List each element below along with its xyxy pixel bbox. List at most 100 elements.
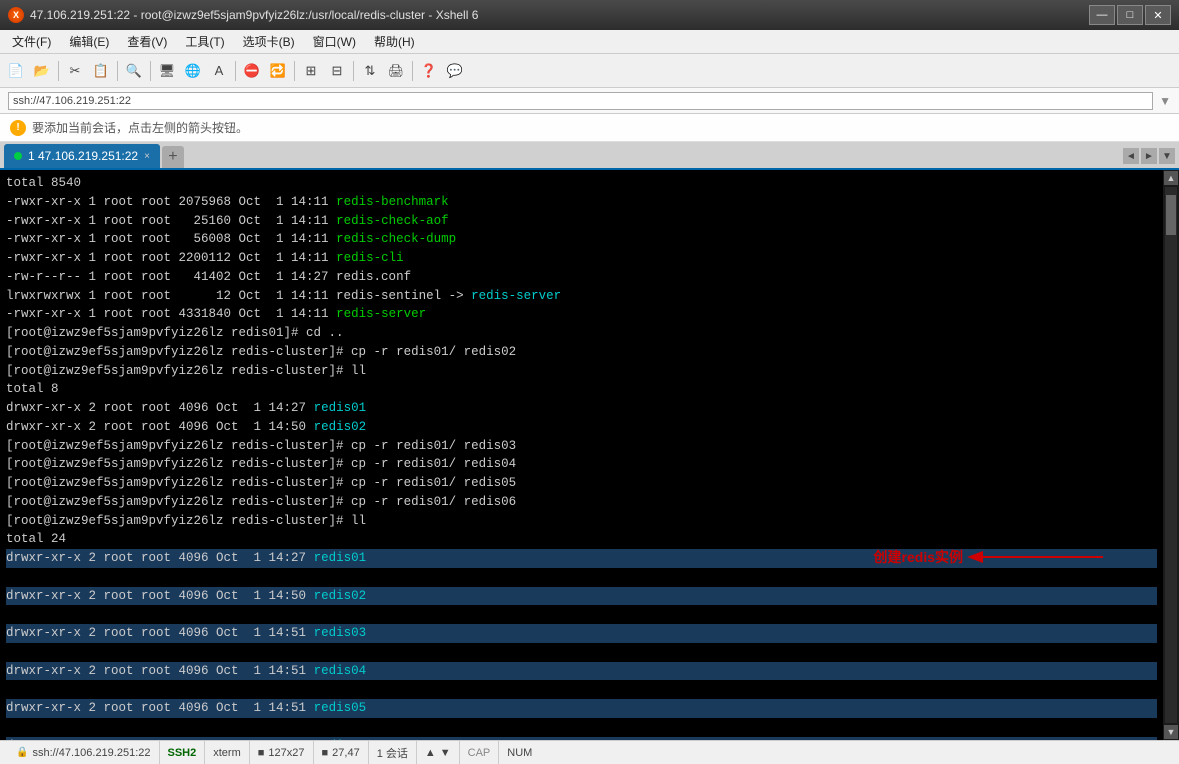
terminal-content: total 8540 -rwxr-xr-x 1 root root 207596… (6, 174, 1157, 740)
toolbar-refresh[interactable]: 🔁 (266, 59, 290, 83)
tab-status-dot (14, 152, 22, 160)
line-5: -rwxr-xr-x 1 root root 2200112 Oct 1 14:… (6, 251, 404, 265)
status-sessions: 1 会话 (369, 741, 417, 764)
line-8: -rwxr-xr-x 1 root root 4331840 Oct 1 14:… (6, 307, 426, 321)
status-num: NUM (499, 741, 540, 764)
scroll-down-button[interactable]: ▼ (1164, 725, 1178, 739)
status-protocol: SSH2 (160, 741, 206, 764)
status-cap: CAP (460, 741, 500, 764)
line-6: -rw-r--r-- 1 root root 41402 Oct 1 14:27… (6, 270, 411, 284)
toolbar-chat[interactable]: 💬 (443, 59, 467, 83)
address-dropdown-icon[interactable]: ▼ (1159, 94, 1171, 108)
scroll-track[interactable] (1165, 187, 1177, 723)
line-14: drwxr-xr-x 2 root root 4096 Oct 1 14:50 … (6, 420, 366, 434)
line-25: drwxr-xr-x 2 root root 4096 Oct 1 14:51 … (6, 699, 1157, 718)
info-bar: ! 要添加当前会话，点击左侧的箭头按钮。 (0, 114, 1179, 142)
add-tab-button[interactable]: + (162, 146, 184, 168)
window-controls: — □ ✕ (1089, 5, 1171, 25)
scroll-thumb[interactable] (1166, 195, 1176, 235)
toolbar-copy[interactable]: 📋 (89, 59, 113, 83)
line-2: -rwxr-xr-x 1 root root 2075968 Oct 1 14:… (6, 195, 449, 209)
app-icon: X (8, 7, 24, 23)
menu-edit[interactable]: 编辑(E) (61, 31, 117, 52)
toolbar-sep-3 (150, 61, 151, 81)
menu-tabs[interactable]: 选项卡(B) (235, 31, 303, 52)
toolbar: 📄 📂 ✂ 📋 🔍 🖥 🌐 A ⛔ 🔁 ⊞ ⊟ ⇅ 🖨 ❓ 💬 (0, 54, 1179, 88)
line-10: [root@izwz9ef5sjam9pvfyiz26lz redis-clus… (6, 345, 516, 359)
line-23: drwxr-xr-x 2 root root 4096 Oct 1 14:51 … (6, 624, 1157, 643)
line-7: lrwxrwxrwx 1 root root 12 Oct 1 14:11 re… (6, 289, 561, 303)
tab-navigation: ◄ ► ▼ (1123, 148, 1175, 164)
title-bar: X 47.106.219.251:22 - root@izwz9ef5sjam9… (0, 0, 1179, 30)
status-position-value: 27,47 (332, 747, 360, 759)
status-arrows: ▲ ▼ (417, 741, 460, 764)
toolbar-network[interactable]: 🌐 (181, 59, 205, 83)
toolbar-print[interactable]: 🖨 (384, 59, 408, 83)
toolbar-sep-2 (117, 61, 118, 81)
status-num-text: NUM (507, 747, 532, 759)
menu-tools[interactable]: 工具(T) (177, 31, 232, 52)
terminal-wrapper: total 8540 -rwxr-xr-x 1 root root 207596… (0, 170, 1179, 740)
status-up-arrow[interactable]: ▲ (425, 747, 436, 759)
status-down-arrow[interactable]: ▼ (440, 747, 451, 759)
status-encoding: xterm (205, 741, 250, 764)
toolbar-layout[interactable]: ⊞ (299, 59, 323, 83)
session-tab[interactable]: 1 47.106.219.251:22 × (4, 144, 160, 168)
terminal-scrollbar[interactable]: ▲ ▼ (1163, 170, 1179, 740)
line-19: [root@izwz9ef5sjam9pvfyiz26lz redis-clus… (6, 514, 366, 528)
status-dimensions-text: ■ (258, 747, 265, 759)
toolbar-sep-1 (58, 61, 59, 81)
line-17: [root@izwz9ef5sjam9pvfyiz26lz redis-clus… (6, 476, 516, 490)
menu-window[interactable]: 窗口(W) (305, 31, 364, 52)
line-1: total 8540 (6, 176, 81, 190)
toolbar-cut[interactable]: ✂ (63, 59, 87, 83)
tab-close-button[interactable]: × (144, 151, 150, 162)
tab-nav-more[interactable]: ▼ (1159, 148, 1175, 164)
window-title: 47.106.219.251:22 - root@izwz9ef5sjam9pv… (30, 8, 478, 22)
toolbar-screen[interactable]: 🖥 (155, 59, 179, 83)
toolbar-help[interactable]: ❓ (417, 59, 441, 83)
toolbar-new[interactable]: 📄 (4, 59, 28, 83)
status-address-text: ssh://47.106.219.251:22 (32, 747, 150, 759)
line-9: [root@izwz9ef5sjam9pvfyiz26lz redis01]# … (6, 326, 344, 340)
tab-bar: 1 47.106.219.251:22 × + ◄ ► ▼ (0, 142, 1179, 170)
toolbar-stop[interactable]: ⛔ (240, 59, 264, 83)
terminal[interactable]: total 8540 -rwxr-xr-x 1 root root 207596… (0, 170, 1163, 740)
toolbar-sep-6 (353, 61, 354, 81)
status-cap-text: CAP (468, 747, 491, 759)
toolbar-sep-4 (235, 61, 236, 81)
status-dimensions: ■ 127x27 (250, 741, 314, 764)
line-12: total 8 (6, 382, 59, 396)
scroll-up-button[interactable]: ▲ (1164, 171, 1178, 185)
maximize-button[interactable]: □ (1117, 5, 1143, 25)
line-11: [root@izwz9ef5sjam9pvfyiz26lz redis-clus… (6, 364, 366, 378)
status-bar: 🔒 ssh://47.106.219.251:22 SSH2 xterm ■ 1… (0, 740, 1179, 764)
toolbar-font[interactable]: A (207, 59, 231, 83)
toolbar-transfer[interactable]: ⇅ (358, 59, 382, 83)
line-20: total 24 (6, 532, 66, 546)
toolbar-layout2[interactable]: ⊟ (325, 59, 349, 83)
menu-file[interactable]: 文件(F) (4, 31, 59, 52)
status-address: 🔒 ssh://47.106.219.251:22 (8, 741, 160, 764)
line-18: [root@izwz9ef5sjam9pvfyiz26lz redis-clus… (6, 495, 516, 509)
toolbar-search[interactable]: 🔍 (122, 59, 146, 83)
line-4: -rwxr-xr-x 1 root root 56008 Oct 1 14:11… (6, 232, 456, 246)
title-bar-left: X 47.106.219.251:22 - root@izwz9ef5sjam9… (8, 7, 478, 23)
toolbar-open[interactable]: 📂 (30, 59, 54, 83)
address-bar: ▼ (0, 88, 1179, 114)
address-input[interactable] (8, 92, 1153, 110)
info-icon: ! (10, 120, 26, 136)
annotation-text: 创建redis实例 (874, 547, 963, 568)
menu-view[interactable]: 查看(V) (119, 31, 175, 52)
line-16: [root@izwz9ef5sjam9pvfyiz26lz redis-clus… (6, 457, 516, 471)
line-24: drwxr-xr-x 2 root root 4096 Oct 1 14:51 … (6, 662, 1157, 681)
line-15: [root@izwz9ef5sjam9pvfyiz26lz redis-clus… (6, 439, 516, 453)
line-26: drwxr-xr-x 2 root root 4096 Oct 1 14:51 … (6, 737, 1157, 741)
annotation-container: 创建redis实例 (874, 542, 1103, 572)
menu-help[interactable]: 帮助(H) (366, 31, 423, 52)
minimize-button[interactable]: — (1089, 5, 1115, 25)
tab-nav-right[interactable]: ► (1141, 148, 1157, 164)
close-button[interactable]: ✕ (1145, 5, 1171, 25)
tab-nav-left[interactable]: ◄ (1123, 148, 1139, 164)
status-sessions-text: 1 会话 (377, 745, 408, 761)
